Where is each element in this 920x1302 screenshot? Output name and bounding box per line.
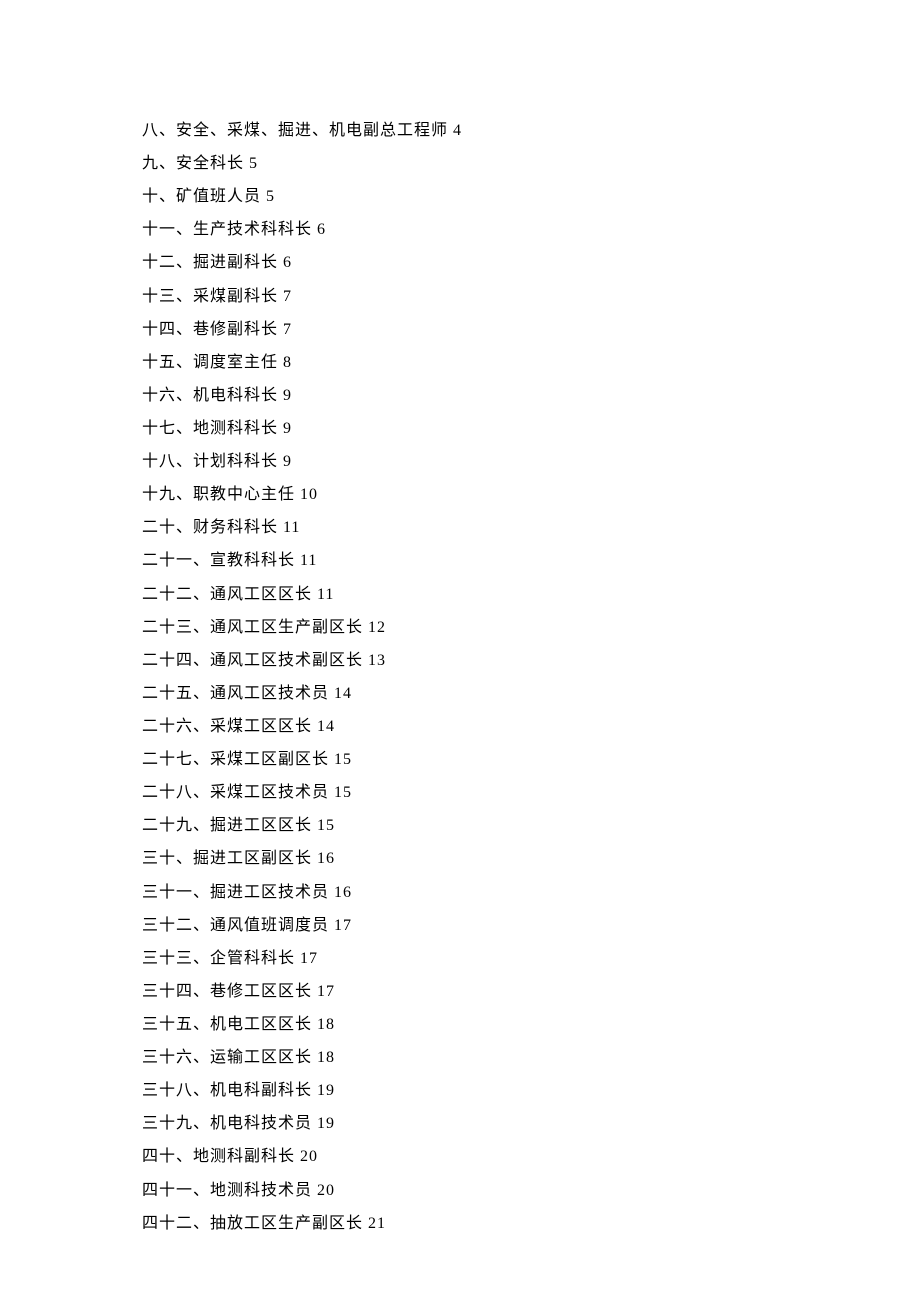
toc-line: 二十八、采煤工区技术员 15: [142, 776, 920, 809]
toc-line: 二十二、通风工区区长 11: [142, 578, 920, 611]
toc-line: 十三、采煤副科长 7: [142, 280, 920, 313]
toc-line: 二十一、宣教科科长 11: [142, 544, 920, 577]
toc-line: 二十七、采煤工区副区长 15: [142, 743, 920, 776]
toc-line: 十六、机电科科长 9: [142, 379, 920, 412]
toc-line: 十一、生产技术科科长 6: [142, 213, 920, 246]
toc-line: 三十一、掘进工区技术员 16: [142, 876, 920, 909]
toc-line: 九、安全科长 5: [142, 147, 920, 180]
toc-line: 三十九、机电科技术员 19: [142, 1107, 920, 1140]
document-content: 八、安全、采煤、掘进、机电副总工程师 4九、安全科长 5十、矿值班人员 5十一、…: [142, 114, 920, 1240]
toc-line: 二十、财务科科长 11: [142, 511, 920, 544]
toc-line: 十五、调度室主任 8: [142, 346, 920, 379]
toc-line: 三十六、运输工区区长 18: [142, 1041, 920, 1074]
toc-line: 十九、职教中心主任 10: [142, 478, 920, 511]
toc-line: 二十六、采煤工区区长 14: [142, 710, 920, 743]
toc-line: 三十八、机电科副科长 19: [142, 1074, 920, 1107]
toc-line: 十七、地测科科长 9: [142, 412, 920, 445]
toc-line: 二十四、通风工区技术副区长 13: [142, 644, 920, 677]
toc-line: 八、安全、采煤、掘进、机电副总工程师 4: [142, 114, 920, 147]
toc-line: 三十、掘进工区副区长 16: [142, 842, 920, 875]
toc-line: 十四、巷修副科长 7: [142, 313, 920, 346]
toc-line: 三十二、通风值班调度员 17: [142, 909, 920, 942]
toc-line: 四十二、抽放工区生产副区长 21: [142, 1207, 920, 1240]
toc-line: 十八、计划科科长 9: [142, 445, 920, 478]
toc-line: 三十五、机电工区区长 18: [142, 1008, 920, 1041]
toc-line: 三十四、巷修工区区长 17: [142, 975, 920, 1008]
toc-line: 十二、掘进副科长 6: [142, 246, 920, 279]
toc-line: 二十五、通风工区技术员 14: [142, 677, 920, 710]
toc-line: 四十、地测科副科长 20: [142, 1140, 920, 1173]
toc-line: 二十三、通风工区生产副区长 12: [142, 611, 920, 644]
toc-line: 十、矿值班人员 5: [142, 180, 920, 213]
toc-line: 二十九、掘进工区区长 15: [142, 809, 920, 842]
toc-line: 三十三、企管科科长 17: [142, 942, 920, 975]
toc-line: 四十一、地测科技术员 20: [142, 1174, 920, 1207]
